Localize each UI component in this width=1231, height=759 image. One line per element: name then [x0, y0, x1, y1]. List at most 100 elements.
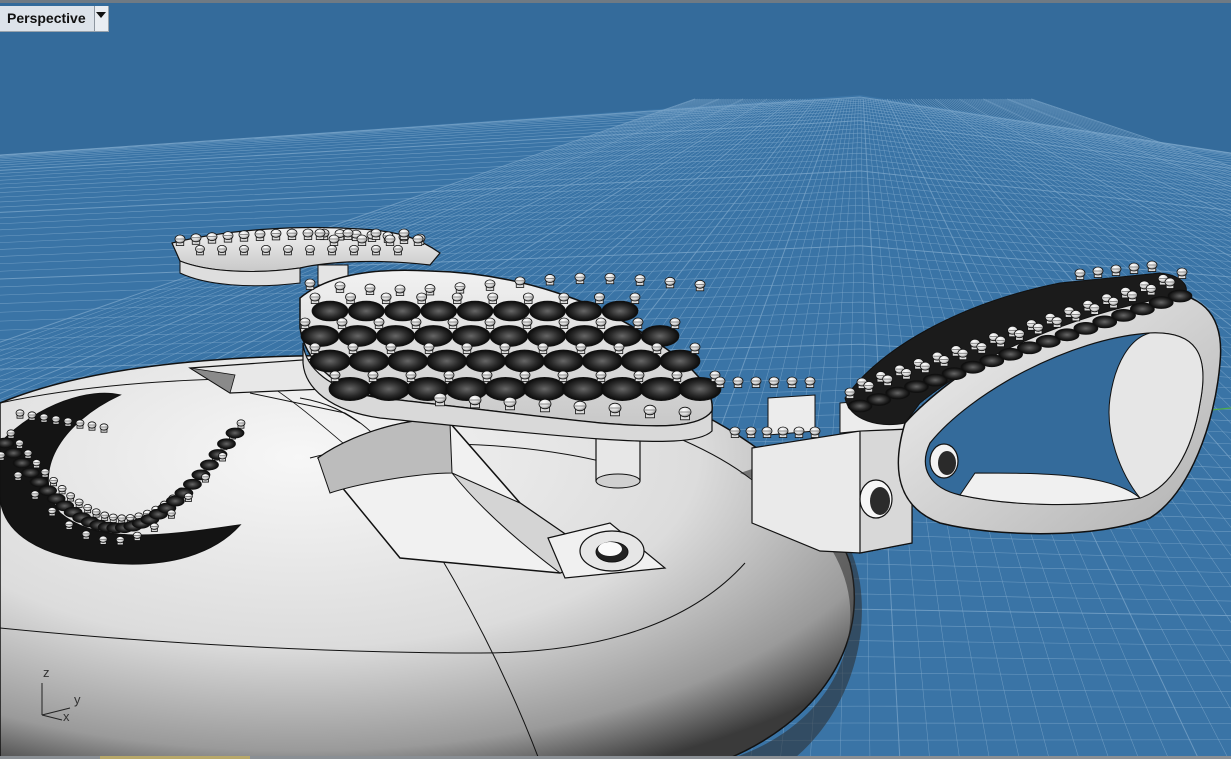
prong: [1051, 316, 1063, 328]
prong: [461, 342, 473, 354]
prong: [398, 228, 410, 240]
prong: [809, 426, 821, 438]
prong: [299, 317, 311, 329]
prong: [30, 490, 40, 500]
prong: [651, 342, 663, 354]
prong: [304, 278, 316, 290]
prong: [370, 228, 382, 240]
axis-z-label: z: [43, 665, 50, 680]
prong: [380, 292, 392, 304]
prong: [777, 426, 789, 438]
prong: [51, 415, 61, 425]
prong: [100, 511, 110, 521]
prong: [64, 520, 74, 530]
prong: [222, 231, 234, 243]
prong: [99, 423, 109, 433]
viewport-title-tab[interactable]: Perspective: [0, 6, 109, 32]
prong: [537, 342, 549, 354]
prong: [385, 342, 397, 354]
prong: [804, 376, 816, 388]
prong: [334, 281, 346, 293]
prong: [608, 402, 622, 417]
prong: [604, 272, 616, 285]
prong: [1110, 264, 1122, 276]
dropdown-arrow-icon[interactable]: [93, 6, 108, 31]
prong: [166, 509, 176, 519]
prong: [558, 292, 570, 304]
prong: [371, 244, 381, 256]
prong: [57, 485, 67, 495]
prong: [329, 370, 341, 382]
prong: [39, 413, 49, 423]
prong: [336, 317, 348, 329]
prong: [394, 284, 406, 296]
prong: [451, 292, 463, 304]
axes-widget: z y x: [30, 663, 100, 733]
prong: [522, 292, 534, 304]
gem-seat: [601, 300, 639, 322]
prong: [863, 381, 875, 393]
prong: [844, 387, 856, 399]
prong: [254, 229, 266, 241]
prong: [32, 459, 41, 469]
prong: [454, 282, 466, 294]
prong: [714, 376, 726, 388]
prong: [424, 284, 436, 296]
prong: [115, 536, 125, 546]
prong: [433, 392, 447, 407]
prong: [750, 376, 762, 388]
prong: [15, 439, 24, 449]
prong: [98, 535, 108, 545]
prong: [786, 376, 798, 388]
prong: [1092, 266, 1104, 278]
prong: [132, 531, 142, 541]
prong: [519, 370, 531, 382]
axis-x-label: x: [63, 709, 70, 724]
prong: [573, 400, 587, 415]
prong: [270, 229, 282, 241]
prong: [595, 317, 607, 329]
prong: [447, 317, 459, 329]
prong: [117, 514, 127, 524]
prong: [149, 522, 159, 532]
gem-seat: [565, 300, 603, 322]
prong: [416, 292, 428, 304]
prong: [309, 342, 321, 354]
prong: [1108, 297, 1119, 309]
prong: [634, 274, 646, 286]
prong: [484, 279, 496, 291]
prong: [732, 376, 744, 388]
gem-seat: [465, 349, 506, 373]
gem-seat: [12, 457, 32, 469]
perspective-viewport[interactable]: Perspective z y x: [0, 0, 1231, 759]
prong: [632, 317, 644, 329]
prong: [412, 234, 424, 246]
gem-seat: [183, 478, 202, 490]
prong: [761, 426, 773, 438]
prong: [15, 409, 25, 419]
prong: [643, 404, 657, 419]
prong: [574, 272, 586, 285]
prong: [74, 498, 84, 508]
prong: [63, 417, 73, 427]
prong: [217, 244, 227, 256]
prong: [976, 342, 988, 354]
prong: [521, 317, 533, 329]
viewport-title[interactable]: Perspective: [0, 6, 94, 31]
prong: [174, 234, 186, 246]
scene-canvas[interactable]: [0, 3, 1231, 759]
prong: [443, 370, 455, 382]
gem-seat: [200, 459, 219, 471]
prong: [47, 507, 57, 517]
gem-seat: [217, 438, 236, 450]
prong: [678, 406, 692, 421]
prong: [514, 276, 526, 288]
prong: [745, 426, 757, 438]
prong: [91, 508, 101, 518]
prong: [995, 335, 1006, 348]
prong: [283, 244, 293, 256]
prong: [347, 342, 359, 354]
prong: [49, 477, 58, 487]
prong: [75, 419, 85, 429]
prong: [629, 292, 641, 304]
